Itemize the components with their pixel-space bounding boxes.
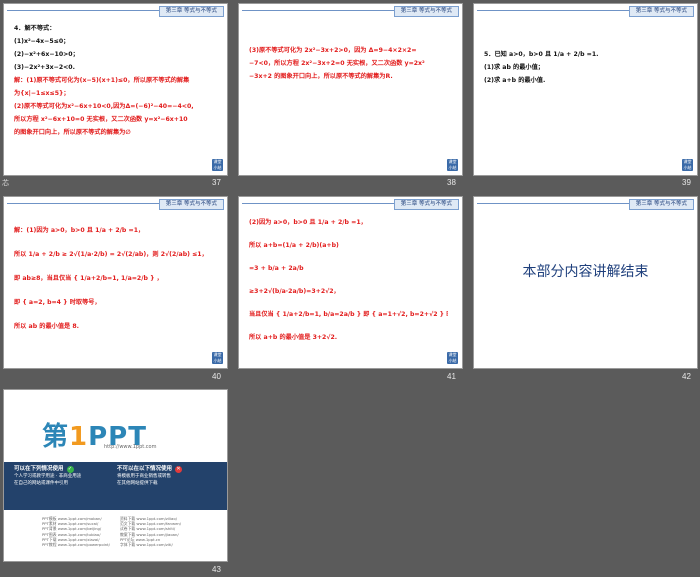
cannot-use-item: 将模板用于商业销售或转售	[117, 474, 171, 479]
slide-thumbnail-37[interactable]: 第三章 等式与不等式 4．解不等式： (1)x²−4x−5≤0； (2)−x²+6x…	[3, 3, 228, 176]
can-use-title: 可以在下列情况使用	[14, 466, 64, 472]
slide-text-line: (1)x²−4x−5≤0；	[14, 38, 70, 45]
slide-body: (2)因为 a>0，b>0 且 1/a + 2/b =1， 所以 a+b=(1/a…	[249, 211, 448, 349]
chapter-header: 第三章 等式与不等式	[158, 199, 224, 210]
resource-link[interactable]: 试卷下载 www.1ppt.com/shiti/	[120, 526, 181, 531]
logo-main: 第	[42, 422, 70, 452]
slide-text-line: 即 { a=2, b=4 } 时取等号，	[14, 299, 101, 306]
slide-text-line: −7<0，所以方程 2x²−3x+2=0 无实根，又二次函数 y=2x²	[249, 60, 425, 67]
slide-text-line: (3)原不等式可化为 2x²−3x+2>0，因为 Δ=9−4×2×2=	[249, 47, 417, 54]
slide-thumbnail-41[interactable]: 第三章 等式与不等式 (2)因为 a>0，b>0 且 1/a + 2/b =1，…	[238, 196, 463, 369]
cannot-use-title: 不可以在以下情况使用	[117, 466, 173, 472]
slide-text-line: 所以方程 x²−6x+10=0 无实根，又二次函数 y=x²−6x+10	[14, 116, 188, 123]
chapter-header: 第三章 等式与不等式	[393, 6, 459, 17]
slide-text-line: 所以 1/a + 2/b ≥ 2√(1/a·2/b) = 2√(2/ab)，则 …	[14, 251, 208, 258]
slide-text-line: −3x+2 的图象开口向上，所以原不等式的解集为R.	[249, 73, 393, 80]
slide-text-line: 所以 ab 的最小值是 8.	[14, 323, 80, 330]
slide-text-line: 5．已知 a>0，b>0 且 1/a + 2/b =1.	[484, 51, 599, 58]
slide-body: 4．解不等式： (1)x²−4x−5≤0； (2)−x²+6x−10>0； (3)−2…	[14, 22, 213, 139]
slide-thumbnail-43[interactable]: 第1PPT http://www.1ppt.com 可以在下列情况使用 ✓ 个人学…	[3, 389, 228, 562]
slide-body: (3)原不等式可化为 2x²−3x+2>0，因为 Δ=9−4×2×2= −7<0，…	[249, 44, 448, 83]
slide-text-line: 的图象开口向上，所以原不等式的解集为∅	[14, 129, 131, 136]
slide-number: 38	[447, 178, 456, 187]
slide-body: 解：(1)因为 a>0，b>0 且 1/a + 2/b =1， 所以 1/a + …	[14, 219, 213, 339]
slide-text-line: ≥3+2√(b/a·2a/b)=3+2√2，	[249, 288, 340, 295]
links-right: 资料下载 www.1ppt.com/ziliao/范文下载 www.1ppt.c…	[120, 516, 181, 547]
slide-text-line: (2)−x²+6x−10>0；	[14, 51, 79, 58]
slide-text-line: (2)求 a+b 的最小值.	[484, 77, 546, 84]
side-mark: 芯	[2, 179, 9, 187]
chapter-header: 第三章 等式与不等式	[393, 199, 459, 210]
can-use-column: 可以在下列情况使用 ✓ 个人学习或教学用途 · 非商业用途 在自己的网站或课件中引…	[14, 466, 109, 487]
slide-thumbnail-38[interactable]: 第三章 等式与不等式 (3)原不等式可化为 2x²−3x+2>0，因为 Δ=9−…	[238, 3, 463, 176]
slide-text-line: 为{x|−1≤x≤5}；	[14, 90, 70, 97]
slide-text-line: 当且仅当 { 1/a+2/b=1, b/a=2a/b } 即 { a=1+√2,…	[249, 311, 448, 318]
slide-text-line: (2)原不等式可化为x²−6x+10<0,因为Δ=(−6)²−40=−4<0,	[14, 103, 194, 110]
slide-text-line: 所以 a+b 的最小值是 3+2√2.	[249, 334, 338, 341]
slide-text-line: 解：(1)因为 a>0，b>0 且 1/a + 2/b =1，	[14, 227, 145, 234]
chapter-header: 第三章 等式与不等式	[628, 199, 694, 210]
can-use-item: 在自己的网站或课件中引用	[14, 481, 68, 486]
cross-icon: ✕	[175, 466, 183, 473]
can-use-item: 个人学习或教学用途 · 非商业用途	[14, 474, 82, 479]
slide-text-line: =3 + b/a + 2a/b	[249, 265, 304, 272]
slide-body: 5．已知 a>0，b>0 且 1/a + 2/b =1. (1)求 ab 的最小值…	[484, 48, 683, 87]
logo-one: 1	[69, 422, 89, 452]
slide-text-line: (2)因为 a>0，b>0 且 1/a + 2/b =1，	[249, 219, 367, 226]
slide-text-line: 即 ab≥8，当且仅当 { 1/a+2/b=1, 1/a=2/b } ，	[14, 275, 163, 282]
ppt-logo: 第1PPT http://www.1ppt.com	[42, 416, 192, 456]
resource-link[interactable]: PPT背景 www.1ppt.com/beijing/	[42, 526, 110, 531]
summary-nav-button[interactable]: 课堂小结	[212, 159, 223, 171]
summary-nav-button[interactable]: 课堂小结	[212, 352, 223, 364]
slide-number: 42	[682, 372, 691, 381]
end-title: 本部分内容讲解结束	[522, 264, 649, 280]
slide-number: 40	[212, 372, 221, 381]
slide-number: 39	[682, 178, 691, 187]
slide-text-line: (1)求 ab 的最小值；	[484, 64, 544, 71]
slide-number: 41	[447, 372, 456, 381]
slide-text-line: 解：(1)原不等式可化为(x−5)(x+1)≤0，所以原不等式的解集	[14, 77, 190, 84]
cannot-use-column: 不可以在以下情况使用 ✕ 将模板用于商业销售或转售 在其他网站提供下载	[117, 466, 212, 487]
slide-text-line: 所以 a+b=(1/a + 2/b)(a+b)	[249, 242, 339, 249]
slide-thumbnail-39[interactable]: 第三章 等式与不等式 5．已知 a>0，b>0 且 1/a + 2/b =1. (…	[473, 3, 698, 176]
slide-thumbnail-40[interactable]: 第三章 等式与不等式 解：(1)因为 a>0，b>0 且 1/a + 2/b =…	[3, 196, 228, 369]
check-icon: ✓	[66, 466, 74, 473]
resource-link[interactable]: PPT教程 www.1ppt.com/powerpoint/	[42, 542, 110, 547]
cannot-use-item: 在其他网站提供下载	[117, 481, 158, 486]
chapter-header: 第三章 等式与不等式	[158, 6, 224, 17]
resource-link[interactable]: 字体下载 www.1ppt.com/ziti/	[120, 542, 181, 547]
slide-text-line: 4．解不等式：	[14, 25, 56, 32]
chapter-header: 第三章 等式与不等式	[628, 6, 694, 17]
slide-thumbnail-42[interactable]: 第三章 等式与不等式 本部分内容讲解结束	[473, 196, 698, 369]
summary-nav-button[interactable]: 课堂小结	[447, 159, 458, 171]
summary-nav-button[interactable]: 课堂小结	[447, 352, 458, 364]
slide-text-line: (3)−2x²+3x−2<0.	[14, 64, 75, 71]
slide-number: 37	[212, 178, 221, 187]
summary-nav-button[interactable]: 课堂小结	[682, 159, 693, 171]
links-left: PPT模板 www.1ppt.com/moban/PPT素材 www.1ppt.…	[42, 516, 110, 547]
usage-band: 可以在下列情况使用 ✓ 个人学习或教学用途 · 非商业用途 在自己的网站或课件中引…	[4, 462, 227, 510]
slide-number: 43	[212, 565, 221, 574]
logo-url: http://www.1ppt.com	[104, 444, 157, 450]
